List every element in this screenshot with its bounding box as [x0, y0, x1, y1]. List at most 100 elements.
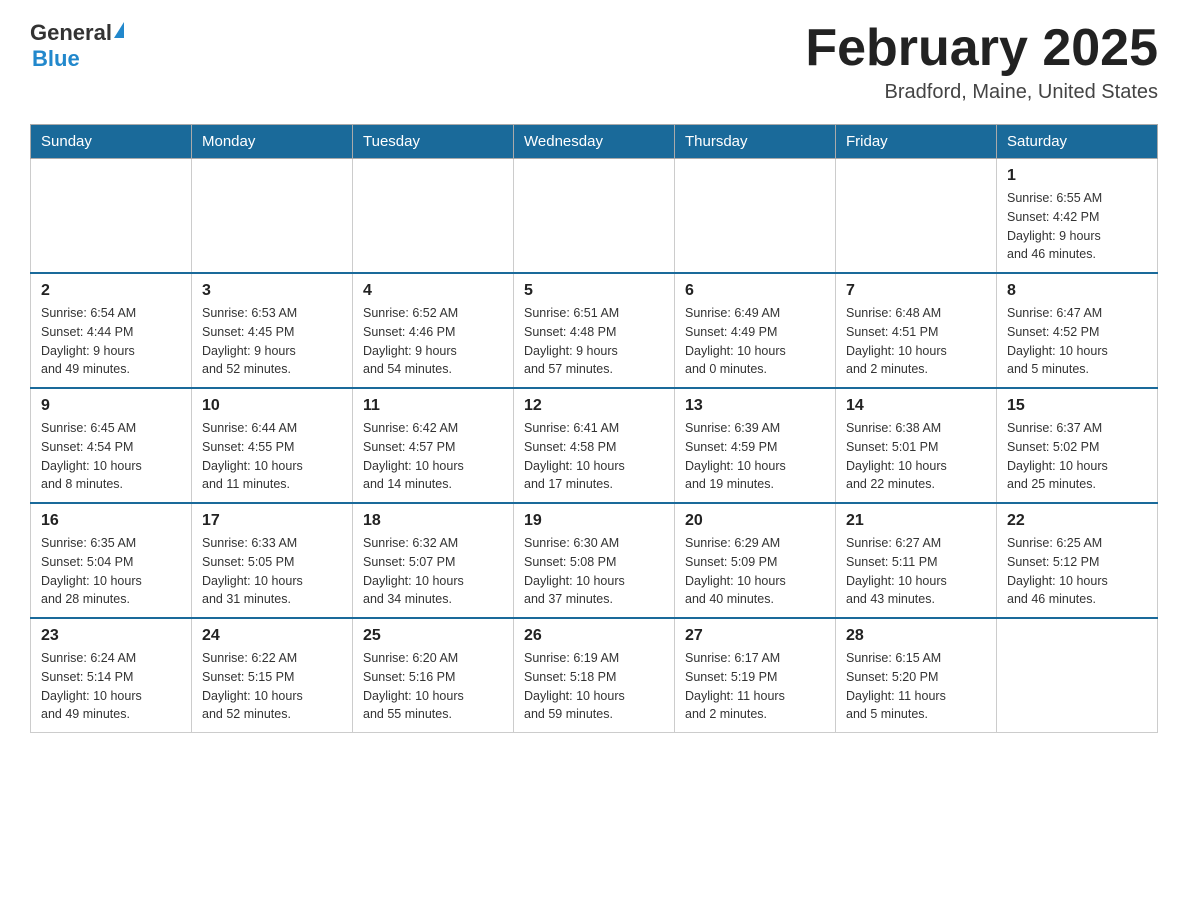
day-number: 28: [846, 627, 986, 645]
calendar-cell: 10 Sunrise: 6:44 AM Sunset: 4:55 PM Dayli…: [192, 388, 353, 503]
day-info: Sunrise: 6:32 AM Sunset: 5:07 PM Dayligh…: [363, 534, 503, 609]
calendar-cell: 23 Sunrise: 6:24 AM Sunset: 5:14 PM Dayli…: [31, 618, 192, 733]
day-number: 20: [685, 512, 825, 530]
day-number: 15: [1007, 397, 1147, 415]
calendar-cell: 15 Sunrise: 6:37 AM Sunset: 5:02 PM Dayli…: [997, 388, 1158, 503]
day-info: Sunrise: 6:52 AM Sunset: 4:46 PM Dayligh…: [363, 304, 503, 379]
calendar-week-row: 9 Sunrise: 6:45 AM Sunset: 4:54 PM Daylig…: [31, 388, 1158, 503]
day-number: 4: [363, 282, 503, 300]
day-number: 22: [1007, 512, 1147, 530]
day-info: Sunrise: 6:47 AM Sunset: 4:52 PM Dayligh…: [1007, 304, 1147, 379]
calendar-cell: 21 Sunrise: 6:27 AM Sunset: 5:11 PM Dayli…: [836, 503, 997, 618]
weekday-header-friday: Friday: [836, 125, 997, 159]
calendar-week-row: 2Sunrise: 6:54 AM Sunset: 4:44 PM Daylig…: [31, 273, 1158, 388]
calendar-cell: 16 Sunrise: 6:35 AM Sunset: 5:04 PM Dayli…: [31, 503, 192, 618]
calendar-cell: 25 Sunrise: 6:20 AM Sunset: 5:16 PM Dayli…: [353, 618, 514, 733]
day-number: 16: [41, 512, 181, 530]
day-number: 6: [685, 282, 825, 300]
calendar-cell: 28 Sunrise: 6:15 AM Sunset: 5:20 PM Dayli…: [836, 618, 997, 733]
day-info: Sunrise: 6:38 AM Sunset: 5:01 PM Dayligh…: [846, 419, 986, 494]
calendar-cell: 22 Sunrise: 6:25 AM Sunset: 5:12 PM Dayli…: [997, 503, 1158, 618]
day-info: Sunrise: 6:39 AM Sunset: 4:59 PM Dayligh…: [685, 419, 825, 494]
calendar-cell: 9 Sunrise: 6:45 AM Sunset: 4:54 PM Daylig…: [31, 388, 192, 503]
day-info: Sunrise: 6:24 AM Sunset: 5:14 PM Dayligh…: [41, 649, 181, 724]
day-number: 8: [1007, 282, 1147, 300]
logo-general-text: General: [30, 20, 112, 46]
day-number: 19: [524, 512, 664, 530]
day-info: Sunrise: 6:20 AM Sunset: 5:16 PM Dayligh…: [363, 649, 503, 724]
weekday-header-sunday: Sunday: [31, 125, 192, 159]
day-info: Sunrise: 6:30 AM Sunset: 5:08 PM Dayligh…: [524, 534, 664, 609]
calendar-cell: [353, 159, 514, 274]
logo: General Blue: [30, 20, 124, 72]
day-number: 1: [1007, 167, 1147, 185]
calendar-cell: 20 Sunrise: 6:29 AM Sunset: 5:09 PM Dayli…: [675, 503, 836, 618]
logo-triangle-icon: [114, 22, 124, 38]
day-info: Sunrise: 6:37 AM Sunset: 5:02 PM Dayligh…: [1007, 419, 1147, 494]
weekday-header-tuesday: Tuesday: [353, 125, 514, 159]
day-number: 21: [846, 512, 986, 530]
day-number: 3: [202, 282, 342, 300]
logo-blue-text: Blue: [32, 46, 80, 72]
day-number: 2: [41, 282, 181, 300]
calendar-cell: 26 Sunrise: 6:19 AM Sunset: 5:18 PM Dayli…: [514, 618, 675, 733]
calendar-cell: 12Sunrise: 6:41 AM Sunset: 4:58 PM Dayli…: [514, 388, 675, 503]
calendar-cell: 13 Sunrise: 6:39 AM Sunset: 4:59 PM Dayli…: [675, 388, 836, 503]
day-number: 24: [202, 627, 342, 645]
calendar-cell: 8 Sunrise: 6:47 AM Sunset: 4:52 PM Daylig…: [997, 273, 1158, 388]
calendar-week-row: 16 Sunrise: 6:35 AM Sunset: 5:04 PM Dayli…: [31, 503, 1158, 618]
calendar-cell: 19 Sunrise: 6:30 AM Sunset: 5:08 PM Dayli…: [514, 503, 675, 618]
day-number: 10: [202, 397, 342, 415]
day-number: 18: [363, 512, 503, 530]
day-info: Sunrise: 6:51 AM Sunset: 4:48 PM Dayligh…: [524, 304, 664, 379]
day-number: 13: [685, 397, 825, 415]
title-block: February 2025 Bradford, Maine, United St…: [805, 20, 1158, 104]
calendar-cell: 14Sunrise: 6:38 AM Sunset: 5:01 PM Dayli…: [836, 388, 997, 503]
weekday-header-monday: Monday: [192, 125, 353, 159]
calendar-week-row: 1 Sunrise: 6:55 AM Sunset: 4:42 PM Daylig…: [31, 159, 1158, 274]
page-header: General Blue February 2025 Bradford, Mai…: [30, 20, 1158, 104]
weekday-header-saturday: Saturday: [997, 125, 1158, 159]
day-number: 12: [524, 397, 664, 415]
calendar-week-row: 23 Sunrise: 6:24 AM Sunset: 5:14 PM Dayli…: [31, 618, 1158, 733]
day-info: Sunrise: 6:42 AM Sunset: 4:57 PM Dayligh…: [363, 419, 503, 494]
calendar-cell: 1 Sunrise: 6:55 AM Sunset: 4:42 PM Daylig…: [997, 159, 1158, 274]
location-title: Bradford, Maine, United States: [805, 81, 1158, 104]
day-number: 9: [41, 397, 181, 415]
day-info: Sunrise: 6:35 AM Sunset: 5:04 PM Dayligh…: [41, 534, 181, 609]
calendar-cell: 6 Sunrise: 6:49 AM Sunset: 4:49 PM Daylig…: [675, 273, 836, 388]
day-info: Sunrise: 6:25 AM Sunset: 5:12 PM Dayligh…: [1007, 534, 1147, 609]
calendar-cell: [31, 159, 192, 274]
calendar-cell: [192, 159, 353, 274]
calendar-cell: [675, 159, 836, 274]
day-info: Sunrise: 6:45 AM Sunset: 4:54 PM Dayligh…: [41, 419, 181, 494]
day-info: Sunrise: 6:15 AM Sunset: 5:20 PM Dayligh…: [846, 649, 986, 724]
day-number: 25: [363, 627, 503, 645]
day-info: Sunrise: 6:29 AM Sunset: 5:09 PM Dayligh…: [685, 534, 825, 609]
day-number: 17: [202, 512, 342, 530]
day-info: Sunrise: 6:17 AM Sunset: 5:19 PM Dayligh…: [685, 649, 825, 724]
day-info: Sunrise: 6:44 AM Sunset: 4:55 PM Dayligh…: [202, 419, 342, 494]
day-number: 23: [41, 627, 181, 645]
calendar-cell: 24Sunrise: 6:22 AM Sunset: 5:15 PM Dayli…: [192, 618, 353, 733]
day-info: Sunrise: 6:49 AM Sunset: 4:49 PM Dayligh…: [685, 304, 825, 379]
day-number: 27: [685, 627, 825, 645]
day-number: 7: [846, 282, 986, 300]
calendar-cell: 18 Sunrise: 6:32 AM Sunset: 5:07 PM Dayli…: [353, 503, 514, 618]
calendar-cell: [836, 159, 997, 274]
day-number: 5: [524, 282, 664, 300]
calendar-table: SundayMondayTuesdayWednesdayThursdayFrid…: [30, 124, 1158, 733]
day-info: Sunrise: 6:33 AM Sunset: 5:05 PM Dayligh…: [202, 534, 342, 609]
calendar-cell: 5 Sunrise: 6:51 AM Sunset: 4:48 PM Daylig…: [514, 273, 675, 388]
day-number: 26: [524, 627, 664, 645]
month-title: February 2025: [805, 20, 1158, 77]
calendar-cell: 3Sunrise: 6:53 AM Sunset: 4:45 PM Daylig…: [192, 273, 353, 388]
day-info: Sunrise: 6:27 AM Sunset: 5:11 PM Dayligh…: [846, 534, 986, 609]
calendar-cell: 2Sunrise: 6:54 AM Sunset: 4:44 PM Daylig…: [31, 273, 192, 388]
day-info: Sunrise: 6:55 AM Sunset: 4:42 PM Dayligh…: [1007, 189, 1147, 264]
calendar-cell: [997, 618, 1158, 733]
calendar-cell: 11Sunrise: 6:42 AM Sunset: 4:57 PM Dayli…: [353, 388, 514, 503]
calendar-cell: 17 Sunrise: 6:33 AM Sunset: 5:05 PM Dayli…: [192, 503, 353, 618]
day-info: Sunrise: 6:19 AM Sunset: 5:18 PM Dayligh…: [524, 649, 664, 724]
calendar-cell: 4 Sunrise: 6:52 AM Sunset: 4:46 PM Daylig…: [353, 273, 514, 388]
